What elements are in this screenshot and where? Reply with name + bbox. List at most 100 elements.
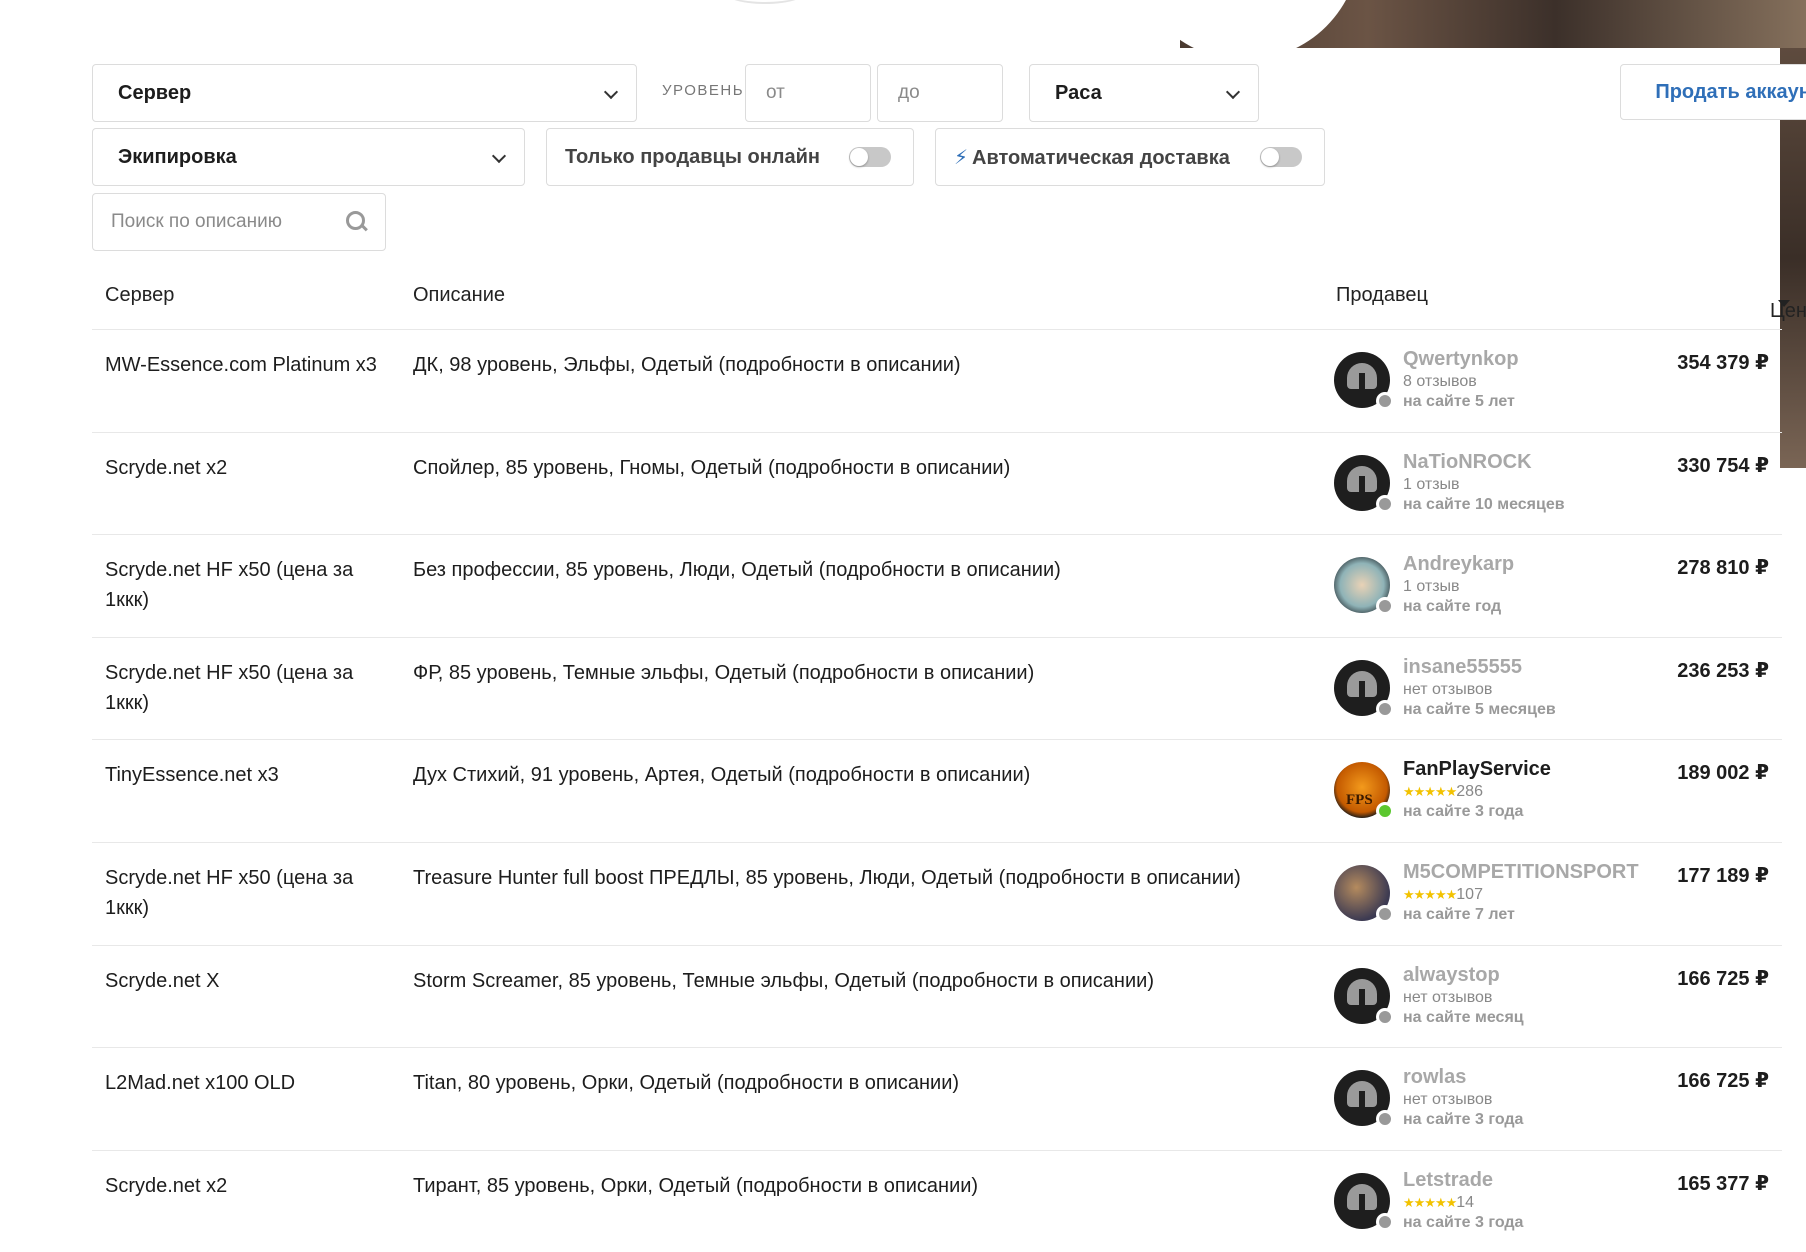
seller-info: NaTioNROCK 1 отзыв на сайте 10 месяцев bbox=[1403, 449, 1673, 515]
seller-avatar[interactable]: FPS bbox=[1334, 762, 1394, 821]
table-header: Сервер Описание Продавец Цена bbox=[92, 268, 1806, 330]
seller-avatar[interactable] bbox=[1334, 454, 1394, 513]
row-description[interactable]: Спойлер, 85 уровень, Гномы, Одетый (подр… bbox=[413, 453, 1333, 483]
row-description[interactable]: Titan, 80 уровень, Орки, Одетый (подробн… bbox=[413, 1068, 1333, 1098]
seller-reviews-count: 1 отзыв bbox=[1403, 475, 1460, 493]
online-only-switch[interactable] bbox=[849, 147, 891, 167]
seller-name[interactable]: FanPlayService bbox=[1403, 756, 1673, 782]
seller-avatar[interactable] bbox=[1334, 1070, 1394, 1129]
server-select-label: Сервер bbox=[118, 81, 192, 104]
online-status-dot bbox=[1376, 392, 1394, 410]
seller-since: на сайте 10 месяцев bbox=[1403, 495, 1565, 513]
auto-delivery-toggle[interactable]: ⚡ Автоматическая доставка bbox=[935, 128, 1325, 186]
seller-name[interactable]: insane55555 bbox=[1403, 654, 1673, 680]
level-to-input[interactable] bbox=[878, 65, 1002, 121]
table-row[interactable]: L2Mad.net x100 OLD Titan, 80 уровень, Орк… bbox=[92, 1048, 1782, 1151]
accounts-table: Сервер Описание Продавец Цена MW-Essence… bbox=[92, 268, 1806, 1252]
row-server: TinyEssence.net x3 bbox=[105, 764, 279, 787]
seller-info: rowlas нет отзывов на сайте 3 года bbox=[1403, 1064, 1673, 1130]
search-icon[interactable] bbox=[346, 211, 365, 233]
row-server: Scryde.net HF x50 (цена за 1ккк) bbox=[105, 866, 354, 919]
seller-avatar[interactable] bbox=[1334, 1172, 1394, 1231]
level-from-field[interactable] bbox=[745, 64, 871, 122]
seller-reviews-count: 107 bbox=[1456, 885, 1483, 903]
helmet-icon bbox=[1347, 465, 1377, 500]
seller-name[interactable]: Andreykarp bbox=[1403, 551, 1673, 577]
seller-name[interactable]: NaTioNROCK bbox=[1403, 449, 1673, 475]
race-select[interactable]: Раса bbox=[1029, 64, 1259, 122]
helmet-icon bbox=[1347, 978, 1377, 1013]
seller-avatar[interactable] bbox=[1334, 557, 1394, 616]
online-only-toggle[interactable]: Только продавцы онлайн bbox=[546, 128, 914, 186]
seller-info: Andreykarp 1 отзыв на сайте год bbox=[1403, 551, 1673, 617]
row-description[interactable]: Тирант, 85 уровень, Орки, Одетый (подроб… bbox=[413, 1171, 1333, 1201]
seller-since: на сайте 3 года bbox=[1403, 1213, 1524, 1231]
seller-avatar[interactable] bbox=[1334, 864, 1394, 923]
row-price: 166 725 ₽ bbox=[1677, 1070, 1769, 1093]
description-search[interactable] bbox=[92, 193, 386, 251]
row-description[interactable]: Дух Стихий, 91 уровень, Артея, Одетый (п… bbox=[413, 760, 1333, 790]
seller-name[interactable]: M5COMPETITIONSPORT bbox=[1403, 859, 1673, 885]
seller-info: Qwertynkop 8 отзывов на сайте 5 лет bbox=[1403, 346, 1673, 412]
seller-since: на сайте 5 месяцев bbox=[1403, 700, 1556, 718]
seller-reviews: 1 отзыв bbox=[1403, 475, 1673, 495]
row-server: MW-Essence.com Platinum x3 bbox=[105, 354, 377, 376]
seller-reviews: ★★★★★107 bbox=[1403, 885, 1673, 905]
equipment-select[interactable]: Экипировка bbox=[92, 128, 525, 186]
auto-delivery-switch[interactable] bbox=[1260, 147, 1302, 167]
online-status-dot bbox=[1376, 1007, 1394, 1026]
column-header-server[interactable]: Сервер bbox=[105, 284, 174, 307]
seller-reviews: нет отзывов bbox=[1403, 1090, 1673, 1110]
column-header-seller[interactable]: Продавец bbox=[1336, 284, 1428, 307]
seller-since: на сайте 5 лет bbox=[1403, 393, 1515, 410]
seller-since: на сайте год bbox=[1403, 598, 1502, 616]
online-status-dot bbox=[1376, 1212, 1394, 1231]
row-price: 166 725 ₽ bbox=[1677, 967, 1769, 990]
online-status-dot bbox=[1376, 699, 1394, 718]
row-price: 354 379 ₽ bbox=[1677, 352, 1769, 374]
online-status-dot bbox=[1376, 904, 1394, 923]
description-search-input[interactable] bbox=[93, 194, 347, 250]
seller-reviews-count: 8 отзывов bbox=[1403, 373, 1477, 390]
seller-avatar[interactable] bbox=[1334, 967, 1394, 1026]
level-to-field[interactable] bbox=[877, 64, 1003, 122]
seller-name[interactable]: Letstrade bbox=[1403, 1167, 1673, 1193]
table-row[interactable]: MW-Essence.com Platinum x3 ДК, 98 уровень… bbox=[92, 330, 1782, 433]
online-only-label: Только продавцы онлайн bbox=[565, 145, 820, 168]
table-row[interactable]: Scryde.net x2 Тирант, 85 уровень, Орки, О… bbox=[92, 1151, 1782, 1252]
seller-info: insane55555 нет отзывов на сайте 5 месяцев bbox=[1403, 654, 1673, 720]
column-header-description[interactable]: Описание bbox=[413, 284, 505, 307]
seller-info: FanPlayService ★★★★★286 на сайте 3 года bbox=[1403, 756, 1673, 822]
table-row[interactable]: Scryde.net X Storm Screamer, 85 уровень, … bbox=[92, 946, 1782, 1049]
table-row[interactable]: Scryde.net x2 Спойлер, 85 уровень, Гномы,… bbox=[92, 433, 1782, 536]
row-description[interactable]: Treasure Hunter full boost ПРЕДЛЫ, 85 ур… bbox=[413, 863, 1333, 893]
seller-avatar[interactable] bbox=[1334, 659, 1394, 718]
row-server: Scryde.net x2 bbox=[105, 1174, 228, 1197]
seller-name[interactable]: alwaystop bbox=[1403, 962, 1673, 988]
seller-name[interactable]: rowlas bbox=[1403, 1064, 1673, 1090]
table-row[interactable]: Scryde.net HF x50 (цена за 1ккк) Без проф… bbox=[92, 535, 1782, 638]
row-price: 177 189 ₽ bbox=[1677, 864, 1769, 887]
level-from-input[interactable] bbox=[746, 65, 870, 121]
helmet-icon bbox=[1347, 670, 1377, 705]
seller-reviews: ★★★★★286 bbox=[1403, 782, 1673, 802]
row-price: 189 002 ₽ bbox=[1677, 762, 1769, 785]
online-status-dot bbox=[1376, 802, 1394, 821]
auto-delivery-label: Автоматическая доставка bbox=[972, 146, 1230, 169]
table-row[interactable]: Scryde.net HF x50 (цена за 1ккк) ФР, 85 у… bbox=[92, 638, 1782, 741]
server-select[interactable]: Сервер bbox=[92, 64, 637, 122]
row-description[interactable]: ФР, 85 уровень, Темные эльфы, Одетый (по… bbox=[413, 658, 1333, 688]
row-server: Scryde.net X bbox=[105, 969, 220, 992]
sell-accounts-button[interactable]: Продать аккаунты bbox=[1620, 64, 1806, 120]
helmet-icon bbox=[1347, 363, 1377, 397]
row-description[interactable]: ДК, 98 уровень, Эльфы, Одетый (подробнос… bbox=[413, 350, 1333, 380]
table-row[interactable]: TinyEssence.net x3 Дух Стихий, 91 уровень… bbox=[92, 740, 1782, 843]
table-row[interactable]: Scryde.net HF x50 (цена за 1ккк) Treasure… bbox=[92, 843, 1782, 946]
row-description[interactable]: Без профессии, 85 уровень, Люди, Одетый … bbox=[413, 555, 1333, 585]
equipment-select-label: Экипировка bbox=[118, 145, 237, 168]
seller-avatar[interactable] bbox=[1334, 352, 1394, 410]
row-description[interactable]: Storm Screamer, 85 уровень, Темные эльфы… bbox=[413, 966, 1333, 996]
seller-name[interactable]: Qwertynkop bbox=[1403, 346, 1673, 372]
row-price: 278 810 ₽ bbox=[1677, 557, 1769, 580]
helmet-icon bbox=[1347, 1081, 1377, 1116]
